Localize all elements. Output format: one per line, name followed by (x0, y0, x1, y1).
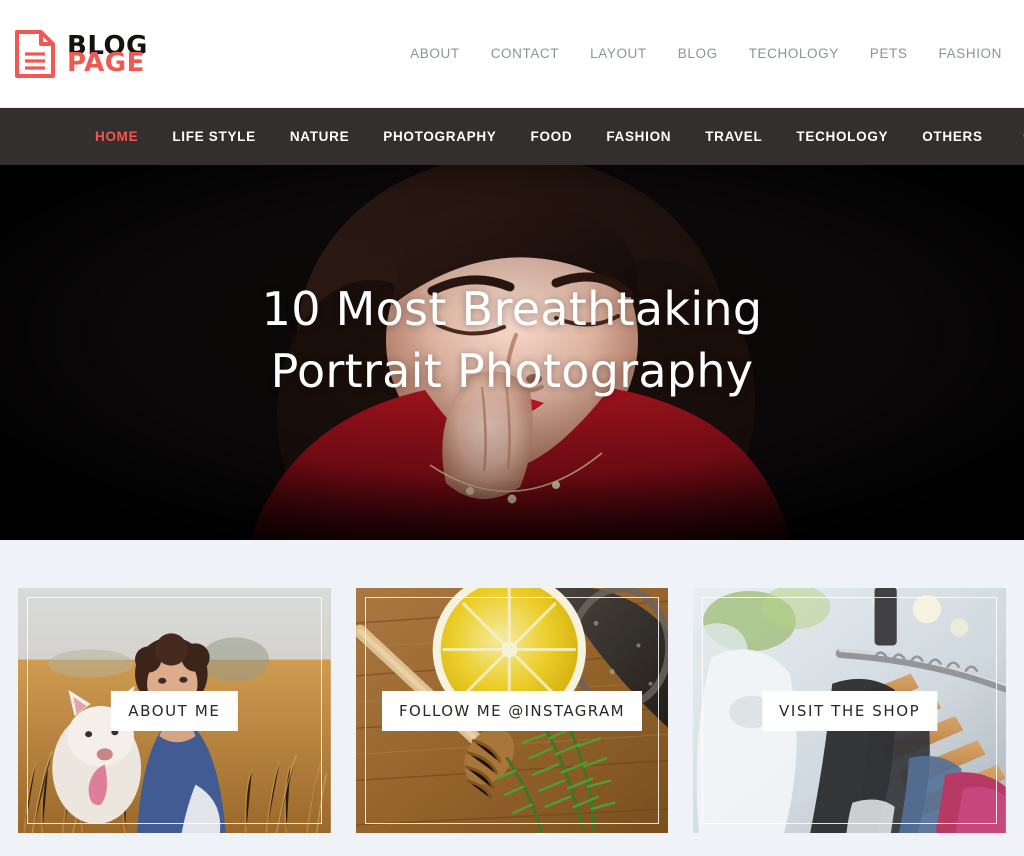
main-nav-item-others[interactable]: OTHERS (905, 129, 999, 144)
promo-badge-instagram[interactable]: FOLLOW ME @INSTAGRAM (381, 690, 643, 731)
hero-title-line1: 10 Most Breathtaking (261, 282, 763, 336)
main-nav-item-techology[interactable]: TECHOLOGY (779, 129, 905, 144)
main-nav-item-photography[interactable]: PHOTOGRAPHY (366, 129, 513, 144)
main-nav-item-travel[interactable]: TRAVEL (688, 129, 779, 144)
promo-cards-section: ABOUT ME FOLLOW ME @INSTAGRAM VISIT THE … (0, 540, 1024, 856)
top-nav-item-layout[interactable]: LAYOUT (590, 46, 647, 61)
top-nav-item-pets[interactable]: PETS (870, 46, 908, 61)
top-nav-item-about[interactable]: ABOUT (410, 46, 460, 61)
brand-wordmark: BLOG PAGE (67, 33, 148, 78)
site-logo[interactable]: BLOG PAGE (14, 29, 148, 79)
promo-card-shop[interactable]: VISIT THE SHOP (693, 588, 1007, 833)
top-nav-item-blog[interactable]: BLOG (678, 46, 718, 61)
main-nav-item-fashion[interactable]: FASHION (589, 129, 688, 144)
top-nav-item-contact[interactable]: CONTACT (491, 46, 559, 61)
main-nav-item-nature[interactable]: NATURE (273, 129, 366, 144)
main-navigation: HOME LIFE STYLE NATURE PHOTOGRAPHY FOOD … (0, 108, 1024, 165)
promo-card-about-me[interactable]: ABOUT ME (18, 588, 331, 833)
top-navigation: ABOUT CONTACT LAYOUT BLOG TECHOLOGY PETS… (410, 46, 1002, 61)
hero-title-line2: Portrait Photography (270, 343, 754, 398)
document-icon (14, 29, 56, 79)
main-nav-item-food[interactable]: FOOD (514, 129, 590, 144)
hero-banner[interactable]: 10 Most Breathtaking Portrait Photograph… (0, 165, 1024, 540)
site-header: BLOG PAGE ABOUT CONTACT LAYOUT BLOG TECH… (0, 0, 1024, 108)
hero-title: 10 Most Breathtaking Portrait Photograph… (0, 279, 1024, 402)
promo-card-instagram[interactable]: FOLLOW ME @INSTAGRAM (355, 588, 669, 833)
top-nav-item-fashion[interactable]: FASHION (939, 46, 1002, 61)
brand-line-page: PAGE (67, 48, 145, 78)
main-nav-item-home[interactable]: HOME (78, 129, 155, 144)
top-nav-item-techology[interactable]: TECHOLOGY (749, 46, 839, 61)
promo-badge-shop[interactable]: VISIT THE SHOP (762, 690, 938, 731)
promo-badge-about-me[interactable]: ABOUT ME (111, 690, 238, 731)
main-nav-item-life-style[interactable]: LIFE STYLE (155, 129, 273, 144)
